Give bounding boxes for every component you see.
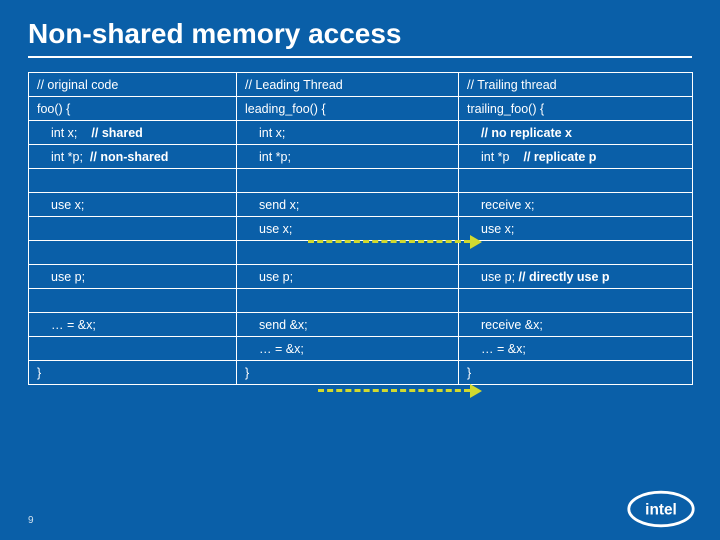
cell — [237, 241, 459, 265]
svg-text:intel: intel — [645, 502, 677, 519]
cell: use p; // directly use p — [459, 265, 693, 289]
table-row: use x; send x; receive x; — [29, 193, 693, 217]
cell — [29, 337, 237, 361]
cell — [29, 217, 237, 241]
cell: int x; — [237, 121, 459, 145]
table-row: … = &x; send &x; receive &x; — [29, 313, 693, 337]
cell: send x; — [237, 193, 459, 217]
page-title: Non-shared memory access — [28, 18, 692, 50]
table-row: use p; use p; use p; // directly use p — [29, 265, 693, 289]
col3-header: // Trailing thread — [459, 73, 693, 97]
cell: receive &x; — [459, 313, 693, 337]
title-divider — [28, 56, 692, 58]
cell — [459, 241, 693, 265]
table-row: } } } — [29, 361, 693, 385]
cell — [237, 289, 459, 313]
table-row: int *p; // non-shared int *p; int *p// r… — [29, 145, 693, 169]
cell: send &x; — [237, 313, 459, 337]
cell: receive x; — [459, 193, 693, 217]
cell — [237, 169, 459, 193]
table-row — [29, 169, 693, 193]
code-table: // original code // Leading Thread // Tr… — [28, 72, 693, 385]
cell: } — [29, 361, 237, 385]
table-row: … = &x; … = &x; — [29, 337, 693, 361]
cell — [459, 289, 693, 313]
cell — [29, 169, 237, 193]
cell: } — [459, 361, 693, 385]
intel-logo: intel — [626, 488, 696, 530]
cell: int *p// replicate p — [459, 145, 693, 169]
cell: int *p; — [237, 145, 459, 169]
cell — [29, 289, 237, 313]
cell: leading_foo() { — [237, 97, 459, 121]
table-row: use x; use x; — [29, 217, 693, 241]
cell: use p; — [29, 265, 237, 289]
cell: } — [237, 361, 459, 385]
cell: int x;// shared — [29, 121, 237, 145]
page-number: 9 — [28, 515, 34, 526]
cell: use p; — [237, 265, 459, 289]
table-row — [29, 289, 693, 313]
col1-header: // original code — [29, 73, 237, 97]
cell: trailing_foo() { — [459, 97, 693, 121]
table-row: foo() { leading_foo() { trailing_foo() { — [29, 97, 693, 121]
table-row: // original code // Leading Thread // Tr… — [29, 73, 693, 97]
cell: // no replicate x — [459, 121, 693, 145]
cell — [29, 241, 237, 265]
cell: … = &x; — [237, 337, 459, 361]
cell: … = &x; — [459, 337, 693, 361]
cell: int *p; // non-shared — [29, 145, 237, 169]
cell: use x; — [29, 193, 237, 217]
cell: … = &x; — [29, 313, 237, 337]
cell: foo() { — [29, 97, 237, 121]
table-row: int x;// shared int x; // no replicate x — [29, 121, 693, 145]
cell: use x; — [459, 217, 693, 241]
cell: use x; — [237, 217, 459, 241]
cell — [459, 169, 693, 193]
table-row — [29, 241, 693, 265]
col2-header: // Leading Thread — [237, 73, 459, 97]
